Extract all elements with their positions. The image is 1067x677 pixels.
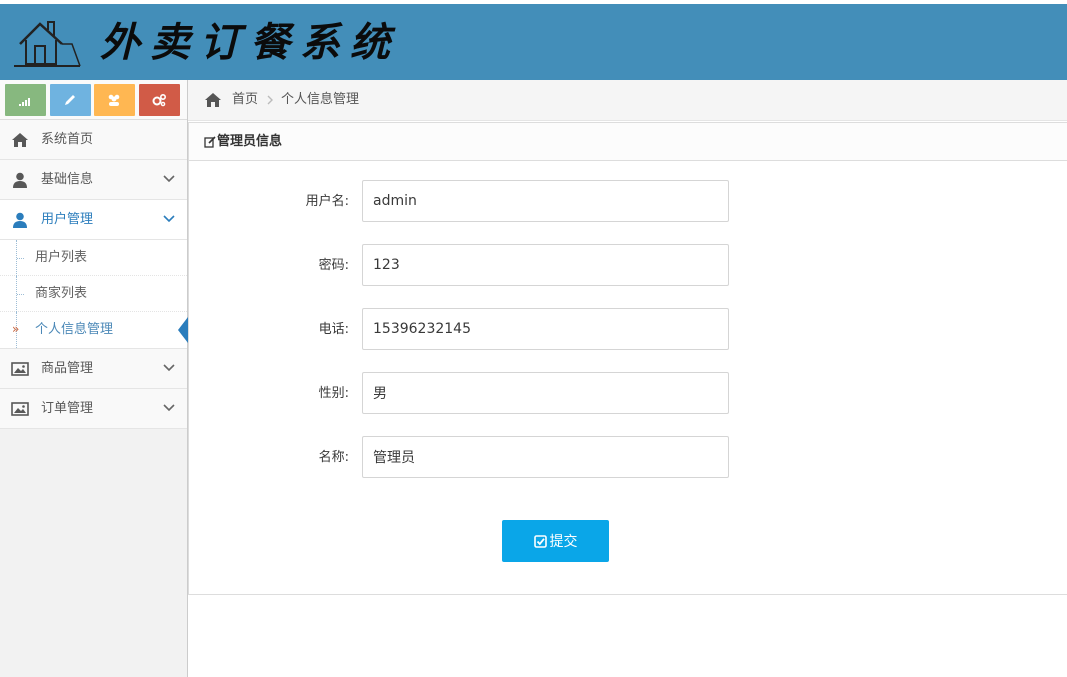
sidebar-item-product-management[interactable]: 商品管理 <box>0 349 187 389</box>
sidebar-item-merchant-list[interactable]: 商家列表 <box>0 276 187 312</box>
chevron-right-icon <box>267 95 273 105</box>
house-icon <box>14 21 81 67</box>
gender-label: 性别: <box>318 386 349 401</box>
sidebar-item-label: 商品管理 <box>41 361 94 376</box>
app-header: 外卖订餐系统 <box>0 4 1067 80</box>
form-row-gender: 性别: <box>189 372 1067 414</box>
admin-info-panel: 管理员信息 用户名: 密码: 电话: 性别: 名称: 提交 <box>188 122 1067 595</box>
sidebar-item-label: 基础信息 <box>41 172 94 187</box>
sidebar-subitem-label: 商家列表 <box>35 286 88 301</box>
picture-icon <box>11 362 29 376</box>
chevron-down-icon <box>163 404 175 412</box>
panel-header: 管理员信息 <box>189 123 1067 161</box>
sidebar-item-label: 系统首页 <box>41 132 94 147</box>
panel-title: 管理员信息 <box>217 134 283 149</box>
sidebar-item-label: 订单管理 <box>41 401 94 416</box>
password-input[interactable] <box>362 244 729 286</box>
sidebar-subitem-label: 个人信息管理 <box>35 322 114 337</box>
cogs-shortcut-button[interactable] <box>139 84 180 116</box>
users-icon <box>108 94 120 106</box>
sidebar-item-basic-info[interactable]: 基础信息 <box>0 160 187 200</box>
signal-icon <box>19 98 30 106</box>
picture-icon <box>11 402 29 416</box>
edit-icon <box>204 136 216 148</box>
chevron-down-icon <box>163 364 175 372</box>
gender-input[interactable] <box>362 372 729 414</box>
form-row-name: 名称: <box>189 436 1067 478</box>
sidebar-item-order-management[interactable]: 订单管理 <box>0 389 187 429</box>
home-icon <box>205 93 221 107</box>
password-label: 密码: <box>318 258 349 273</box>
sidebar-item-home[interactable]: 系统首页 <box>0 120 187 160</box>
name-input[interactable] <box>362 436 729 478</box>
phone-label: 电话: <box>318 322 349 337</box>
sidebar-item-label: 用户管理 <box>41 212 94 227</box>
sidebar-item-user-list[interactable]: 用户列表 <box>0 240 187 276</box>
app-title: 外卖订餐系统 <box>100 19 400 66</box>
name-label: 名称: <box>318 450 349 465</box>
breadcrumb-current: 个人信息管理 <box>281 92 360 107</box>
sidebar-subitem-label: 用户列表 <box>35 250 88 265</box>
form-row-phone: 电话: <box>189 308 1067 350</box>
sidebar-item-user-management[interactable]: 用户管理 <box>0 200 187 240</box>
users-shortcut-button[interactable] <box>94 84 135 116</box>
form-row-username: 用户名: <box>189 180 1067 222</box>
breadcrumb-home-link[interactable]: 首页 <box>232 80 258 120</box>
phone-input[interactable] <box>362 308 729 350</box>
username-input[interactable] <box>362 180 729 222</box>
user-icon <box>13 172 27 188</box>
chevron-down-icon <box>163 215 175 223</box>
user-management-submenu: 用户列表 商家列表 » 个人信息管理 <box>0 240 188 349</box>
sidebar: 系统首页 基础信息 用户管理 用户列表 商家列表 » 个人信息管理 商品管理 订… <box>0 80 188 677</box>
tree-dash <box>17 258 24 259</box>
breadcrumb: 首页 个人信息管理 <box>188 80 1067 121</box>
home-icon <box>12 133 28 147</box>
submit-button-label: 提交 <box>549 534 578 550</box>
username-label: 用户名: <box>305 194 349 209</box>
chevron-down-icon <box>163 175 175 183</box>
pencil-shortcut-button[interactable] <box>50 84 91 116</box>
form-row-password: 密码: <box>189 244 1067 286</box>
tree-dash <box>17 294 24 295</box>
sidebar-item-profile-management[interactable]: » 个人信息管理 <box>0 312 188 348</box>
check-square-icon <box>533 535 547 548</box>
cogs-icon <box>152 93 167 107</box>
signal-shortcut-button[interactable] <box>5 84 46 116</box>
pencil-icon <box>65 95 75 105</box>
submit-button[interactable]: 提交 <box>502 520 609 562</box>
shortcut-bar <box>0 80 187 120</box>
double-angle-right-icon: » <box>12 322 20 336</box>
active-pointer-icon <box>178 317 188 343</box>
user-icon <box>13 212 27 228</box>
